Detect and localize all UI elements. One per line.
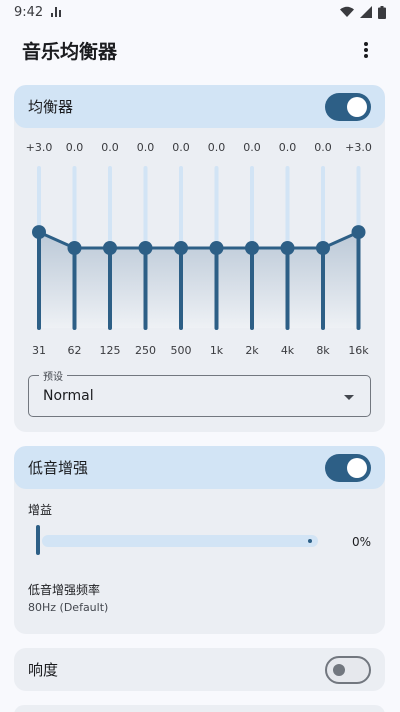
eq-band-gain-label: +3.0 xyxy=(26,141,53,154)
eq-band-knob-2k[interactable] xyxy=(245,241,259,255)
bass-boost-title: 低音增强 xyxy=(28,459,89,477)
eq-band-knob-4k[interactable] xyxy=(280,241,295,255)
eq-band-knob-62[interactable] xyxy=(67,241,82,255)
eq-band-knob-125[interactable] xyxy=(103,241,117,255)
eq-band-knob-250[interactable] xyxy=(138,241,153,255)
status-time: 9:42 xyxy=(14,4,44,20)
battery-icon xyxy=(378,5,386,19)
preset-label: 预设 xyxy=(39,368,67,383)
gain-label: 增益 xyxy=(28,503,53,517)
bass-frequency-value: 80Hz (Default) xyxy=(28,601,109,614)
eq-band-gain-label: +3.0 xyxy=(345,141,372,154)
eq-band-gain-label: 0.0 xyxy=(101,141,119,154)
preset-dropdown[interactable]: 预设 Normal xyxy=(28,368,371,417)
eq-band-freq-label: 250 xyxy=(135,344,156,357)
loudness-header: 响度 xyxy=(14,648,385,691)
eq-band-freq-label: 31 xyxy=(32,344,46,357)
slider-track xyxy=(42,535,318,547)
equalizer-header: 均衡器 xyxy=(14,85,385,128)
equalizer-bands: +3.0 31 0.0 62 0.0 125 0.0 250 0.0 500 0.0 1k 0.0 2k 0… xyxy=(14,128,385,432)
switch-knob xyxy=(333,663,345,676)
bass-boost-card: 低音增强 增益 0% 低音增强频率 80Hz (Default) xyxy=(14,446,385,634)
eq-band-gain-label: 0.0 xyxy=(314,141,332,154)
cell-signal-icon xyxy=(360,6,372,18)
eq-band-freq-label: 1k xyxy=(210,344,224,357)
eq-band-gain-label: 0.0 xyxy=(243,141,261,154)
eq-band-freq-label: 16k xyxy=(348,344,369,357)
loudness-switch[interactable] xyxy=(325,655,371,684)
eq-band-knob-31[interactable] xyxy=(32,225,46,240)
app-title: 音乐均衡器 xyxy=(22,40,118,63)
equalizer-title: 均衡器 xyxy=(28,98,74,116)
preset-value: Normal xyxy=(43,388,94,404)
eq-band-freq-label: 125 xyxy=(100,344,121,357)
eq-band-gain-label: 0.0 xyxy=(66,141,84,154)
eq-curve-line xyxy=(38,230,360,250)
equalizer-card: 均衡器 +3.0 31 0.0 62 0.0 125 0.0 250 0.0 500 0.0 1k 0.… xyxy=(14,85,385,432)
eq-band-gain-label: 0.0 xyxy=(279,141,297,154)
eq-band-gain-label: 0.0 xyxy=(172,141,190,154)
eq-band-gain-label: 0.0 xyxy=(137,141,155,154)
bass-frequency-label[interactable]: 低音增强频率 xyxy=(28,581,100,598)
wifi-icon xyxy=(340,6,354,17)
bass-boost-switch[interactable] xyxy=(325,453,371,482)
gain-value: 0% xyxy=(351,535,371,549)
eq-band-freq-label: 500 xyxy=(171,344,192,357)
equalizer-switch[interactable] xyxy=(325,92,371,121)
more-options-button[interactable] xyxy=(354,38,378,62)
more-vert-icon xyxy=(364,42,368,58)
data-activity-icon xyxy=(51,7,62,17)
loudness-card: 响度 xyxy=(14,648,385,691)
slider-end-dot xyxy=(308,539,312,543)
eq-band-gain-label: 0.0 xyxy=(208,141,226,154)
eq-band-knob-1k[interactable] xyxy=(209,241,224,255)
gain-slider[interactable] xyxy=(28,525,318,555)
bass-boost-body: 增益 0% 低音增强频率 80Hz (Default) xyxy=(14,489,385,632)
eq-curve-fill xyxy=(39,232,359,328)
eq-band-knob-500[interactable] xyxy=(174,241,188,255)
switch-knob xyxy=(347,96,367,117)
eq-band-knob-16k[interactable] xyxy=(351,225,366,240)
eq-band-freq-label: 4k xyxy=(281,344,295,357)
eq-band-freq-label: 62 xyxy=(68,344,82,357)
loudness-title: 响度 xyxy=(28,661,59,679)
eq-band-knob-8k[interactable] xyxy=(316,241,330,255)
eq-band-freq-label: 8k xyxy=(316,344,330,357)
status-bar: 9:42 xyxy=(0,0,400,24)
bass-boost-header: 低音增强 xyxy=(14,446,385,489)
switch-knob xyxy=(347,457,367,478)
eq-band-freq-label: 2k xyxy=(245,344,259,357)
app-bar: 音乐均衡器 xyxy=(0,24,400,76)
slider-thumb[interactable] xyxy=(36,525,40,555)
dropdown-arrow-icon xyxy=(344,395,354,400)
next-card xyxy=(14,705,385,712)
